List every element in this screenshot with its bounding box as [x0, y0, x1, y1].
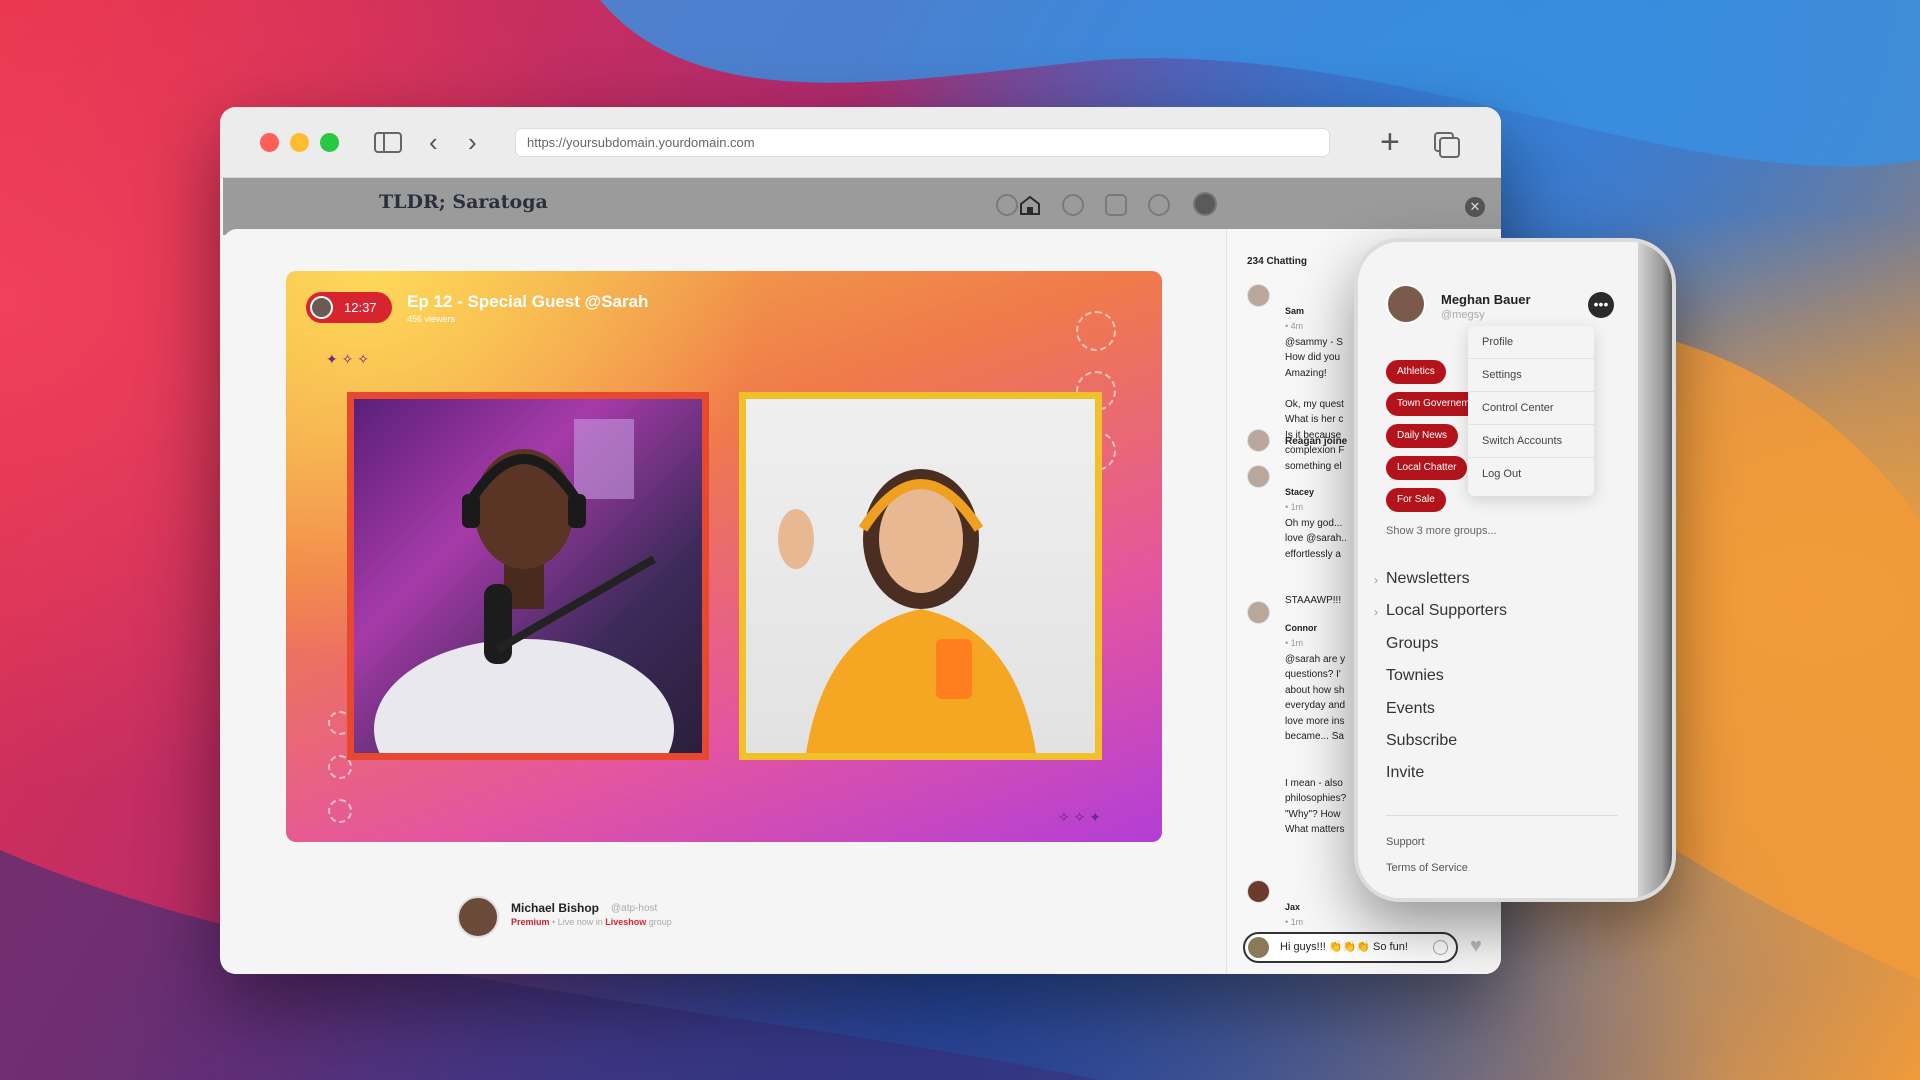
host-meta-prefix: Live now in — [557, 917, 603, 927]
chat-author[interactable]: Stacey — [1285, 487, 1314, 497]
host-mini-avatar — [310, 296, 333, 319]
chat-input-value: Hi guys!!! 👏👏👏 So fun! — [1280, 941, 1408, 953]
menu-item-log-out[interactable]: Log Out — [1468, 458, 1594, 491]
sparkle-icon: ✧ ✧ ✦ — [1058, 809, 1101, 825]
menu-item-settings[interactable]: Settings — [1468, 359, 1594, 392]
host-handle: @atp-host — [611, 903, 658, 914]
footer-link-terms[interactable]: Terms of Service — [1386, 862, 1468, 874]
menu-item-control-center[interactable]: Control Center — [1468, 392, 1594, 425]
divider — [1386, 815, 1618, 816]
user-avatar[interactable] — [1193, 192, 1217, 216]
url-bar[interactable]: https://yoursubdomain.yourdomain.com — [515, 128, 1330, 157]
group-tag[interactable]: For Sale — [1386, 488, 1446, 512]
chat-input[interactable]: Hi guys!!! 👏👏👏 So fun! — [1243, 932, 1458, 963]
more-options-icon[interactable]: ••• — [1588, 292, 1614, 318]
site-title[interactable]: TLDR; Saratoga — [379, 191, 548, 213]
nav-item-subscribe[interactable]: Subscribe — [1386, 732, 1457, 750]
chat-timestamp: 1m — [1290, 638, 1304, 648]
nav-item-groups[interactable]: Groups — [1386, 635, 1438, 653]
chat-timestamp: 1m — [1290, 917, 1304, 927]
host-avatar[interactable] — [457, 896, 499, 938]
profile-name: Meghan Bauer — [1441, 292, 1531, 307]
avatar — [1248, 937, 1269, 958]
group-link[interactable]: Liveshow — [605, 917, 646, 927]
zoom-window-button[interactable] — [320, 133, 339, 152]
chatting-count: 234 Chatting — [1247, 256, 1308, 267]
heart-icon[interactable]: ♥ — [1470, 935, 1482, 958]
new-tab-icon[interactable]: + — [1380, 125, 1400, 159]
viewer-count: 456 viewers — [407, 314, 456, 324]
avatar[interactable] — [1247, 284, 1270, 307]
sparkle-icon: ✦ ✧ ✧ — [326, 351, 369, 367]
host-tier: Premium — [511, 917, 550, 927]
close-window-button[interactable] — [260, 133, 279, 152]
phone-screen: Meghan Bauer @megsy ••• Athletics Town G… — [1358, 242, 1648, 898]
decor-ring — [328, 799, 352, 823]
chat-timestamp: 4m — [1290, 321, 1304, 331]
chat-author[interactable]: Jax — [1285, 902, 1300, 912]
home-icon[interactable] — [1019, 195, 1041, 215]
notifications-icon[interactable] — [1105, 194, 1127, 216]
phone-device: Meghan Bauer @megsy ••• Athletics Town G… — [1354, 238, 1676, 902]
site-header: TLDR; Saratoga ✕ — [223, 178, 1501, 235]
host-video — [354, 399, 702, 753]
tab-overview-icon[interactable] — [1434, 132, 1460, 158]
profile-handle: @megsy — [1441, 309, 1485, 321]
browser-titlebar: ‹ › https://yoursubdomain.yourdomain.com… — [220, 107, 1501, 178]
back-arrow-icon[interactable]: ‹ — [429, 127, 438, 157]
group-tag[interactable]: Athletics — [1386, 360, 1446, 384]
nav-item-townies[interactable]: Townies — [1386, 667, 1444, 685]
live-timer: 12:37 — [344, 300, 377, 315]
close-icon[interactable]: ✕ — [1465, 197, 1485, 217]
nav-item-local-supporters[interactable]: Local Supporters — [1386, 602, 1507, 620]
emoji-icon[interactable] — [1433, 940, 1448, 955]
host-person-illustration — [374, 419, 674, 753]
chevron-right-icon: › — [1374, 573, 1378, 587]
phone-bezel — [1638, 242, 1672, 898]
chevron-right-icon: › — [1374, 605, 1378, 619]
add-icon[interactable] — [996, 194, 1018, 216]
group-tag[interactable]: Local Chatter — [1386, 456, 1468, 480]
search-icon[interactable] — [1062, 194, 1084, 216]
avatar[interactable] — [1247, 429, 1270, 452]
decor-ring — [1076, 311, 1116, 351]
host-video-frame[interactable] — [347, 392, 709, 760]
guest-video-frame[interactable] — [739, 392, 1102, 760]
livestream-stage: ✦ ✧ ✧ ✧ ✧ ✦ 12:37 Ep 12 - Special Guest … — [286, 271, 1162, 842]
profile-dropdown-menu: Profile Settings Control Center Switch A… — [1468, 326, 1594, 496]
menu-item-profile[interactable]: Profile — [1468, 326, 1594, 359]
show-more-groups-link[interactable]: Show 3 more groups... — [1386, 525, 1497, 537]
chat-author[interactable]: Sam — [1285, 306, 1304, 316]
forward-arrow-icon[interactable]: › — [468, 127, 477, 157]
avatar[interactable] — [1247, 465, 1270, 488]
nav-item-events[interactable]: Events — [1386, 700, 1435, 718]
sidebar-toggle-icon[interactable] — [374, 132, 402, 153]
chat-icon[interactable] — [1148, 194, 1170, 216]
menu-item-switch-accounts[interactable]: Switch Accounts — [1468, 425, 1594, 458]
nav-item-invite[interactable]: Invite — [1386, 764, 1424, 782]
nav-item-newsletters[interactable]: Newsletters — [1386, 570, 1470, 588]
avatar[interactable] — [1247, 601, 1270, 624]
guest-person-illustration — [778, 469, 1036, 753]
chat-timestamp: 1m — [1290, 502, 1304, 512]
live-timer-badge[interactable]: 12:37 — [306, 292, 392, 323]
group-tag[interactable]: Daily News — [1386, 424, 1459, 448]
host-meta: Premium • Live now in Liveshow group — [511, 917, 672, 927]
avatar[interactable] — [1386, 284, 1426, 324]
host-name[interactable]: Michael Bishop — [511, 901, 599, 915]
chat-author[interactable]: Connor — [1285, 623, 1317, 633]
host-meta-suffix: group — [648, 917, 672, 927]
guest-video — [746, 399, 1095, 753]
footer-link-support[interactable]: Support — [1386, 836, 1425, 848]
avatar[interactable] — [1247, 880, 1270, 903]
minimize-window-button[interactable] — [290, 133, 309, 152]
browser-window: ‹ › https://yoursubdomain.yourdomain.com… — [220, 107, 1501, 974]
main-panel: ✦ ✧ ✧ ✧ ✧ ✦ 12:37 Ep 12 - Special Guest … — [223, 229, 1501, 974]
episode-title: Ep 12 - Special Guest @Sarah — [407, 292, 649, 311]
